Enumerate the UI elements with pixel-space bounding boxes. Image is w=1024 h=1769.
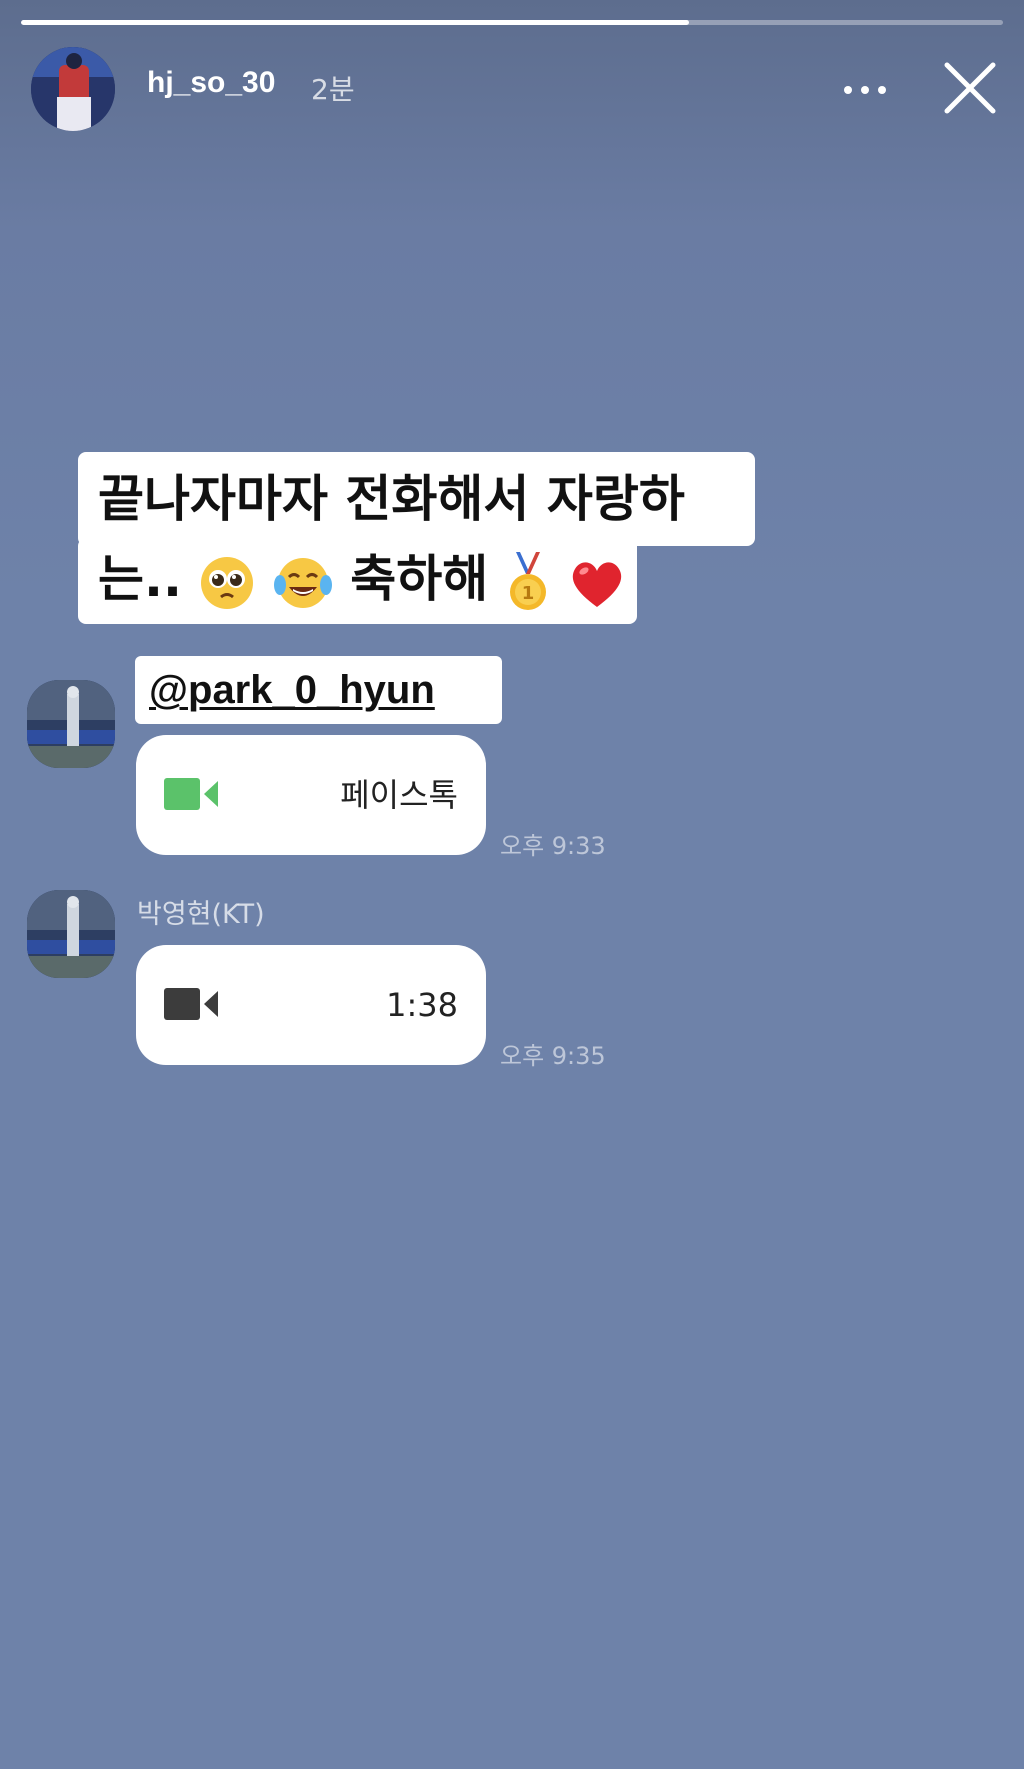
story-progress-fill — [21, 20, 689, 25]
sender-name: 박영현(KT) — [137, 899, 265, 930]
facetalk-call-bubble[interactable]: 페이스톡 — [136, 735, 486, 855]
more-options-button[interactable] — [840, 70, 890, 110]
message-time: 오후 9:35 — [500, 1042, 606, 1070]
story-progress-track — [21, 20, 1003, 25]
mention-tag[interactable]: @park_0_hyun — [135, 656, 502, 724]
pleading-face-emoji — [201, 556, 254, 609]
story-time-ago: 2분 — [311, 73, 355, 106]
video-camera-icon — [164, 778, 218, 810]
caption-text-2b: 축하해 — [350, 550, 489, 608]
chat-avatar[interactable] — [27, 680, 115, 768]
video-camera-icon — [164, 988, 218, 1020]
caption-text-2a: 는.. — [98, 550, 182, 608]
close-button[interactable] — [942, 60, 998, 116]
more-horizontal-icon — [844, 86, 886, 94]
chat-avatar[interactable] — [27, 890, 115, 978]
call-label: 페이스톡 — [340, 776, 458, 814]
story-username[interactable]: hj_so_30 — [147, 66, 275, 100]
first-place-medal-emoji: 1 — [509, 551, 546, 610]
call-duration: 1:38 — [386, 986, 458, 1024]
video-call-bubble[interactable]: 1:38 — [136, 945, 486, 1065]
story-avatar[interactable] — [31, 47, 115, 131]
tears-of-joy-emoji — [273, 557, 332, 608]
message-time: 오후 9:33 — [500, 832, 606, 860]
close-icon — [944, 62, 996, 114]
caption-line-2: 는.. 축하해 1 — [78, 538, 637, 624]
caption-line-1: 끝나자마자 전화해서 자랑하 — [78, 452, 755, 546]
red-heart-emoji — [572, 561, 622, 607]
svg-text:1: 1 — [521, 583, 534, 604]
caption-text-1: 끝나자마자 전화해서 자랑하 — [98, 470, 685, 528]
